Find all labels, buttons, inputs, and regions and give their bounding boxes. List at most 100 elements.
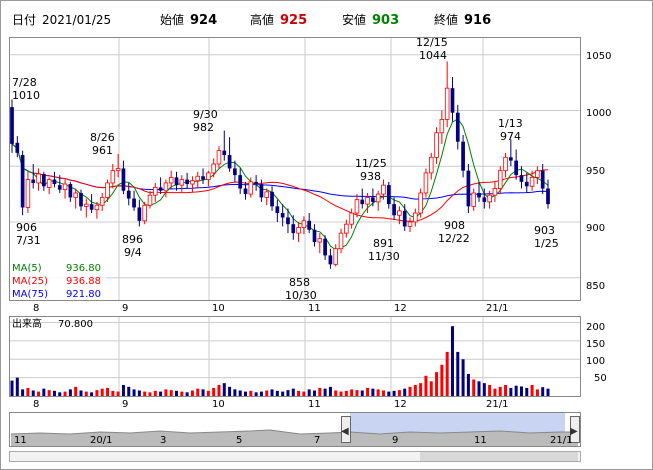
candle-body xyxy=(57,185,62,190)
volume-panel: 出来高 70.800 200 150 100 50 8 9 10 11 12 2… xyxy=(9,316,607,410)
volume-bar xyxy=(482,383,486,396)
volume-bar xyxy=(244,391,248,396)
candle-body xyxy=(121,168,126,191)
candle-body xyxy=(168,176,174,184)
close-label: 終値 xyxy=(434,12,458,27)
candle-body xyxy=(227,155,232,169)
volume-bar xyxy=(143,391,147,396)
volume-bar xyxy=(26,387,30,396)
volume-bar xyxy=(238,390,242,396)
volume-bar xyxy=(530,384,534,396)
candle-body xyxy=(312,229,317,243)
volume-bar xyxy=(222,383,226,396)
close-value: 916 xyxy=(464,13,491,28)
volume-bar xyxy=(84,391,88,396)
volume-bar xyxy=(116,391,120,396)
candle-body xyxy=(423,172,429,194)
candle-body xyxy=(461,141,465,171)
volume-bar xyxy=(10,380,14,396)
volume-bar xyxy=(153,390,157,396)
volume-bar xyxy=(360,390,364,396)
volume-bar xyxy=(31,390,35,396)
x-tick-label: 8 xyxy=(33,303,39,314)
volume-bar xyxy=(312,390,316,396)
candle-body xyxy=(110,170,116,184)
volume-y-tick: 150 xyxy=(586,339,605,350)
candle-body xyxy=(20,155,25,208)
ma25-legend-label: MA(25) xyxy=(12,276,48,287)
candle-body xyxy=(238,175,243,189)
volume-bar xyxy=(344,390,348,396)
volume-bar xyxy=(519,386,523,396)
annotation-date: 12/15 xyxy=(416,36,448,49)
high-value: 925 xyxy=(280,13,307,28)
volume-bar xyxy=(381,390,385,396)
candle-body xyxy=(248,181,254,195)
annotation-date: 11/25 xyxy=(355,157,387,170)
volume-bar xyxy=(196,388,200,396)
annotation-date: 11/30 xyxy=(368,250,400,263)
candle-body xyxy=(126,190,131,199)
volume-bar xyxy=(323,388,327,396)
volume-y-tick: 200 xyxy=(586,322,605,333)
candle-body xyxy=(46,179,52,188)
candle-body xyxy=(291,224,296,234)
annotation-date: 1/13 xyxy=(498,117,523,130)
volume-plot-area xyxy=(9,316,581,397)
candle-body xyxy=(508,157,513,161)
volume-bar xyxy=(350,389,354,396)
annotation-price: 896 xyxy=(122,233,143,246)
volume-bar xyxy=(254,392,258,396)
volume-bar xyxy=(228,386,232,396)
volume-bar xyxy=(190,390,194,396)
scrollbar-thumb[interactable] xyxy=(420,452,578,461)
volume-bar xyxy=(148,392,152,396)
volume-x-tick: 12 xyxy=(394,399,407,410)
range-navigator: ◀ ▶ 11 20/1 3 5 7 9 11 21/1 xyxy=(9,412,581,447)
candle-body xyxy=(371,197,375,202)
candle-body xyxy=(68,184,73,198)
candle-body xyxy=(482,197,487,202)
volume-bar xyxy=(328,386,332,396)
volume-bar xyxy=(291,388,295,396)
volume-bar xyxy=(212,387,216,396)
y-tick-label: 850 xyxy=(586,281,605,292)
volume-bar xyxy=(472,379,476,396)
candle-body xyxy=(418,192,423,214)
candle-body xyxy=(89,204,94,210)
volume-bar xyxy=(164,389,168,396)
open-label: 始値 xyxy=(160,12,184,27)
candle-body xyxy=(535,170,540,178)
candle-body xyxy=(286,217,290,225)
volume-bar xyxy=(334,390,338,396)
candle-body xyxy=(25,179,31,208)
volume-bar xyxy=(307,389,311,396)
candle-body xyxy=(206,172,211,180)
volume-bar xyxy=(546,388,550,396)
candle-body xyxy=(497,170,503,189)
ma-legend: MA(5) 936.80 MA(25) 936.88 MA(75) 921.80 xyxy=(10,259,106,300)
volume-bar xyxy=(175,390,179,396)
date-label: 日付 xyxy=(12,13,36,27)
volume-bar xyxy=(424,375,428,396)
volume-bar xyxy=(371,388,375,396)
volume-bar xyxy=(429,381,433,396)
navigator-x-tick: 20/1 xyxy=(90,435,112,446)
navigator-x-tick: 9 xyxy=(392,435,398,446)
candle-body xyxy=(307,220,312,230)
volume-label: 出来高 xyxy=(12,317,42,330)
volume-bar xyxy=(286,390,290,396)
y-tick-label: 1050 xyxy=(586,51,611,62)
volume-bar xyxy=(376,389,380,396)
candle-body xyxy=(264,191,269,198)
bottom-scrollbar[interactable] xyxy=(9,451,581,462)
annotation-price: 908 xyxy=(444,219,465,232)
volume-bar xyxy=(132,389,136,396)
candle-body xyxy=(73,192,78,198)
volume-y-tick: 100 xyxy=(586,356,605,367)
candle-body xyxy=(280,213,285,218)
volume-bar xyxy=(249,390,253,396)
volume-x-tick: 10 xyxy=(212,399,225,410)
volume-bar xyxy=(58,392,62,396)
candle-body xyxy=(254,181,258,185)
